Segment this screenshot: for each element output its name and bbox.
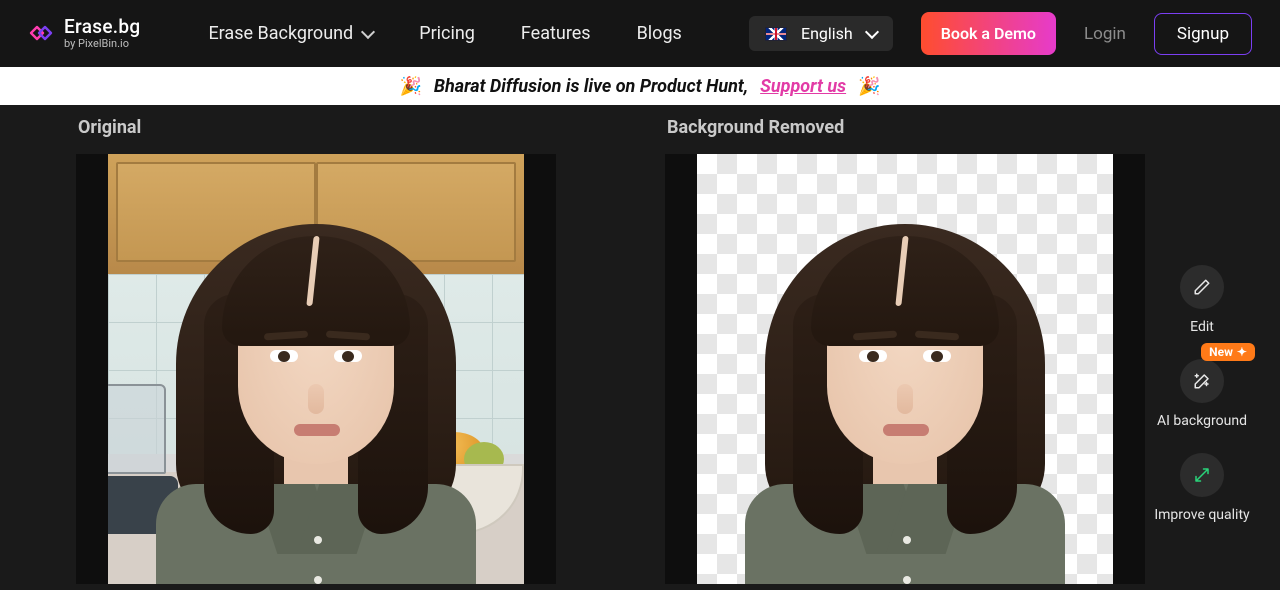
logo-icon bbox=[28, 20, 54, 46]
removed-image bbox=[697, 154, 1113, 584]
nav-blogs[interactable]: Blogs bbox=[637, 23, 682, 44]
brand-logo[interactable]: Erase.bg by PixelBin.io bbox=[28, 17, 140, 50]
banner-support-link[interactable]: Support us bbox=[760, 76, 846, 97]
edit-tool[interactable]: Edit bbox=[1180, 265, 1224, 335]
removed-image-frame bbox=[665, 154, 1145, 584]
nav-label: Erase Background bbox=[208, 23, 353, 44]
app-header: Erase.bg by PixelBin.io Erase Background… bbox=[0, 0, 1280, 67]
original-image bbox=[108, 154, 524, 584]
original-title: Original bbox=[78, 117, 615, 138]
expand-icon bbox=[1180, 453, 1224, 497]
sparkle-icon: ✦ bbox=[1237, 345, 1247, 359]
nav-erase-background[interactable]: Erase Background bbox=[208, 23, 373, 44]
removed-column: Background Removed bbox=[665, 105, 1204, 584]
edit-label: Edit bbox=[1190, 319, 1214, 335]
improve-quality-label: Improve quality bbox=[1154, 507, 1249, 523]
promo-banner: 🎉 Bharat Diffusion is live on Product Hu… bbox=[0, 67, 1280, 105]
side-tools: Edit New✦ AI background Improve quality bbox=[1142, 265, 1262, 523]
chevron-down-icon bbox=[361, 24, 375, 38]
banner-text: Bharat Diffusion is live on Product Hunt… bbox=[434, 76, 748, 97]
chevron-down-icon bbox=[865, 24, 879, 38]
uk-flag-icon bbox=[765, 27, 787, 41]
pencil-icon bbox=[1180, 265, 1224, 309]
language-label: English bbox=[801, 24, 853, 43]
original-column: Original bbox=[76, 105, 615, 584]
language-selector[interactable]: English bbox=[749, 16, 893, 51]
ai-background-tool[interactable]: New✦ AI background bbox=[1157, 359, 1247, 429]
improve-quality-tool[interactable]: Improve quality bbox=[1154, 453, 1249, 523]
comparison-area: Original bbox=[0, 105, 1280, 584]
login-link[interactable]: Login bbox=[1084, 24, 1126, 44]
original-image-frame bbox=[76, 154, 556, 584]
removed-title: Background Removed bbox=[667, 117, 1204, 138]
main-nav: Erase Background Pricing Features Blogs bbox=[208, 23, 681, 44]
nav-features[interactable]: Features bbox=[521, 23, 591, 44]
magic-wand-icon bbox=[1180, 359, 1224, 403]
party-popper-icon: 🎉 bbox=[399, 76, 421, 97]
book-demo-button[interactable]: Book a Demo bbox=[921, 12, 1056, 55]
new-badge: New✦ bbox=[1201, 343, 1255, 361]
ai-background-label: AI background bbox=[1157, 413, 1247, 429]
nav-pricing[interactable]: Pricing bbox=[419, 23, 475, 44]
brand-byline: by PixelBin.io bbox=[64, 38, 140, 50]
brand-name: Erase.bg bbox=[64, 17, 140, 38]
signup-button[interactable]: Signup bbox=[1154, 13, 1252, 55]
party-popper-icon: 🎉 bbox=[858, 76, 880, 97]
